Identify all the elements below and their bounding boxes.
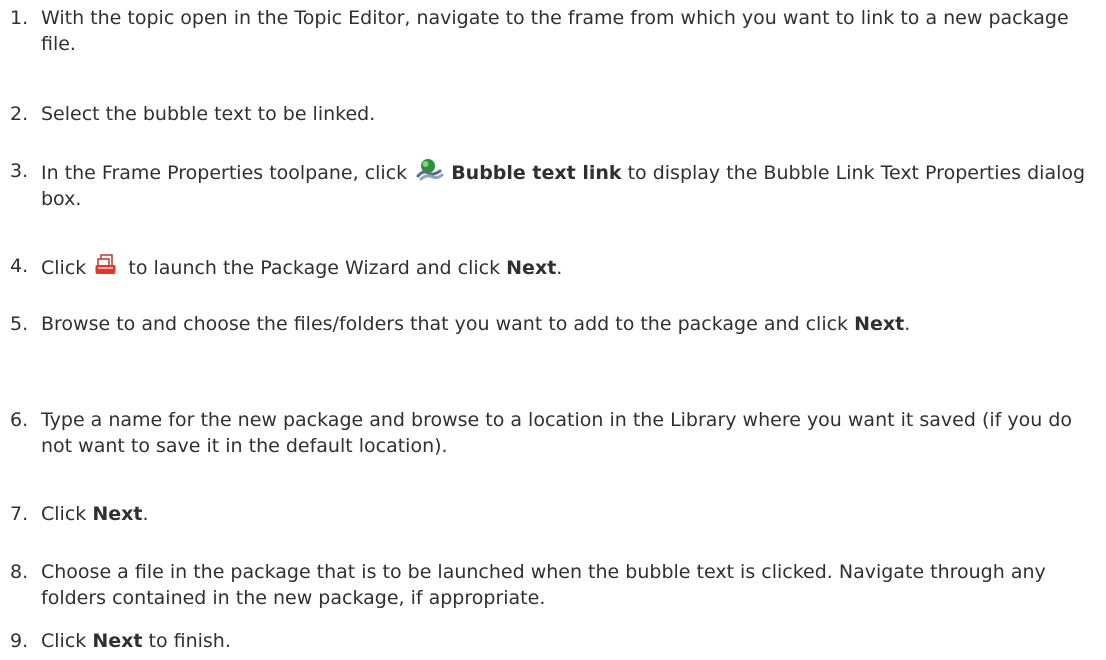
step-text-part: . bbox=[142, 503, 149, 525]
step-number: 6. bbox=[10, 409, 29, 431]
step-number: 1. bbox=[10, 7, 29, 29]
step-text: Click Next to finish. bbox=[41, 628, 1101, 654]
next-label: Next bbox=[854, 313, 905, 335]
step-number: 4. bbox=[10, 255, 29, 277]
next-label: Next bbox=[506, 257, 557, 279]
step-text-part: to launch the Package Wizard and click bbox=[122, 257, 507, 279]
bubble-text-link-label: Bubble text link bbox=[451, 162, 622, 184]
step-text: With the topic open in the Topic Editor,… bbox=[41, 5, 1101, 57]
step-text-part: Choose a file in the package that is to … bbox=[41, 561, 1046, 609]
step-text-part: With the topic open in the Topic Editor,… bbox=[41, 7, 1069, 55]
step-text-part: to finish. bbox=[142, 630, 231, 652]
step-text-part: . bbox=[556, 257, 563, 279]
step-text: Type a name for the new package and brow… bbox=[41, 407, 1101, 459]
bubble-text-link-icon bbox=[415, 158, 445, 182]
step-text-part: Browse to and choose the files/folders t… bbox=[41, 313, 855, 335]
step-text: Browse to and choose the files/folders t… bbox=[41, 311, 1101, 337]
step-text: Click Next. bbox=[41, 501, 1101, 527]
step-number: 2. bbox=[10, 103, 29, 125]
step-text: In the Frame Properties toolpane, click … bbox=[41, 158, 1101, 212]
step-text-part: Click bbox=[41, 257, 93, 279]
step-number: 5. bbox=[10, 313, 29, 335]
step-text: Click to launch the Package Wizard and c… bbox=[41, 253, 1101, 281]
step-text-part: Click bbox=[41, 503, 93, 525]
step-text-part: In the Frame Properties toolpane, click bbox=[41, 162, 414, 184]
step-text: Choose a file in the package that is to … bbox=[41, 559, 1101, 611]
step-number: 3. bbox=[10, 160, 29, 182]
next-label: Next bbox=[92, 630, 143, 652]
step-text-part: . bbox=[904, 313, 911, 335]
package-wizard-icon bbox=[94, 253, 118, 277]
step-number: 8. bbox=[10, 561, 29, 583]
step-number: 9. bbox=[10, 630, 29, 652]
next-label: Next bbox=[92, 503, 143, 525]
step-number: 7. bbox=[10, 503, 29, 525]
step-text: Select the bubble text to be linked. bbox=[41, 101, 1101, 127]
step-text-part: Select the bubble text to be linked. bbox=[41, 103, 376, 125]
step-text-part: Type a name for the new package and brow… bbox=[41, 409, 1073, 457]
step-text-part: Click bbox=[41, 630, 93, 652]
